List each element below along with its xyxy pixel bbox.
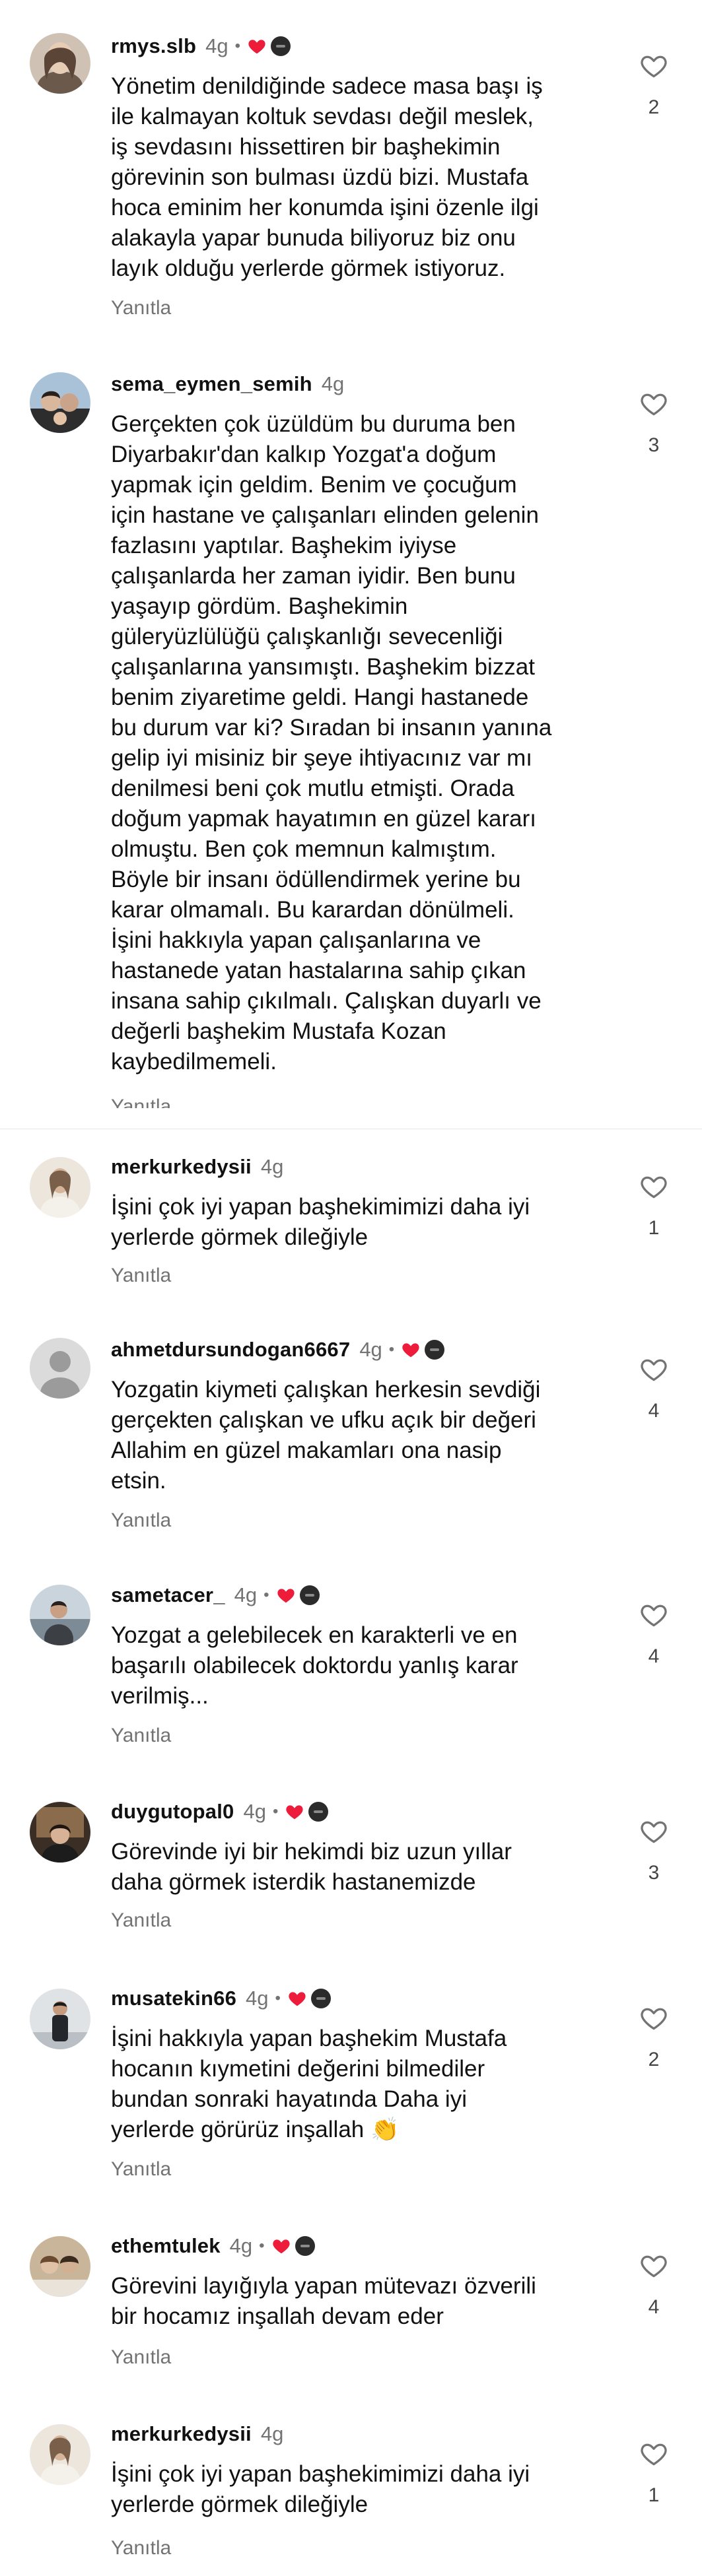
avatar[interactable] <box>30 1989 90 2049</box>
heart-outline-icon[interactable] <box>639 2004 668 2033</box>
avatar[interactable] <box>30 1157 90 1218</box>
reply-button[interactable]: Yanıtla <box>111 1725 171 1747</box>
avatar[interactable] <box>30 2424 90 2485</box>
like-count: 2 <box>648 2049 660 2070</box>
heart-outline-icon[interactable] <box>639 389 668 418</box>
like-control: 4 <box>634 1601 674 1668</box>
creator-badge-icon <box>310 1989 331 2008</box>
like-count: 3 <box>648 1862 660 1884</box>
comment-header: ethemtulek 4g • <box>111 2233 315 2259</box>
comment-text: Yozgat a gelebilecek en karakterli ve en… <box>111 1622 518 1709</box>
username[interactable]: duygutopal0 <box>111 1800 234 1824</box>
timestamp: 4g <box>321 372 345 395</box>
like-count: 4 <box>648 2296 660 2318</box>
avatar[interactable] <box>30 1585 90 1645</box>
red-heart-icon <box>247 36 267 56</box>
heart-outline-icon[interactable] <box>639 2251 668 2280</box>
reply-button[interactable]: Yanıtla <box>111 1909 171 1932</box>
comment-text: İşini hakkıyla yapan başhekim Mustafa ho… <box>111 2026 507 2142</box>
avatar[interactable] <box>30 2236 90 2297</box>
comment-text: İşini çok iyi yapan başhekimimizi daha i… <box>111 2461 530 2517</box>
avatar[interactable] <box>30 1338 90 1399</box>
timestamp: 4g <box>260 2422 284 2445</box>
comment-text: İşini çok iyi yapan başhekimimizi daha i… <box>111 1194 530 1250</box>
heart-outline-icon[interactable] <box>639 1355 668 1384</box>
comment-header: merkurkedysii 4g <box>111 1154 283 1180</box>
reply-button[interactable]: Yanıtla <box>111 1094 171 1108</box>
like-count: 2 <box>648 96 660 118</box>
like-control: 1 <box>634 2439 674 2507</box>
comment-header: sametacer_ 4g • <box>111 1582 320 1608</box>
like-control: 3 <box>634 389 674 457</box>
avatar[interactable] <box>30 1802 90 1863</box>
red-heart-icon <box>285 1802 304 1822</box>
creator-badge-icon <box>425 1340 445 1360</box>
like-count: 1 <box>648 1217 660 1239</box>
separator-dot: • <box>234 37 241 55</box>
reply-button[interactable]: Yanıtla <box>111 297 171 319</box>
creator-badge-icon <box>299 1585 320 1605</box>
comment-text: Görevini layığıyla yapan mütevazı özveri… <box>111 2273 536 2329</box>
like-control: 3 <box>634 1817 674 1884</box>
like-control: 1 <box>634 1172 674 1239</box>
creator-badge-icon <box>295 2236 315 2256</box>
separator-dot: • <box>275 1989 281 2007</box>
heart-outline-icon[interactable] <box>639 1817 668 1846</box>
username[interactable]: rmys.slb <box>111 34 196 58</box>
like-control: 4 <box>634 2251 674 2319</box>
username[interactable]: merkurkedysii <box>111 1155 252 1179</box>
timestamp: 4g <box>246 1987 269 2010</box>
comment-header: duygutopal0 4g • <box>111 1799 329 1825</box>
username[interactable]: ethemtulek <box>111 2234 221 2258</box>
red-heart-icon <box>271 2236 291 2256</box>
like-count: 4 <box>648 1645 660 1667</box>
timestamp: 4g <box>205 34 228 57</box>
comment-header: sema_eymen_semih 4g <box>111 371 344 397</box>
timestamp: 4g <box>229 2234 253 2257</box>
reply-button[interactable]: Yanıtla <box>111 1265 171 1287</box>
like-control: 2 <box>634 2004 674 2071</box>
comment-text: Yozgatin kiymeti çalışkan herkesin sevdi… <box>111 1377 541 1494</box>
like-count: 4 <box>648 1400 660 1422</box>
heart-outline-icon[interactable] <box>639 51 668 81</box>
username[interactable]: sema_eymen_semih <box>111 372 312 396</box>
red-heart-icon <box>401 1340 421 1360</box>
reply-button[interactable]: Yanıtla <box>111 1509 171 1532</box>
comment-text: Görevinde iyi bir hekimdi biz uzun yılla… <box>111 1839 512 1895</box>
heart-outline-icon[interactable] <box>639 1172 668 1201</box>
like-control: 4 <box>634 1355 674 1422</box>
comment-header: musatekin66 4g • <box>111 1985 331 2012</box>
like-control: 2 <box>634 51 674 119</box>
creator-badge-icon <box>271 36 291 56</box>
reply-button[interactable]: Yanıtla <box>111 2346 171 2369</box>
comment-text: Gerçekten çok üzüldüm bu duruma ben Diya… <box>111 411 552 1074</box>
separator-dot: • <box>259 2237 265 2255</box>
comment-header: merkurkedysii 4g <box>111 2421 283 2447</box>
separator-dot: • <box>388 1340 395 1358</box>
reply-button[interactable]: Yanıtla <box>111 2158 171 2181</box>
like-count: 1 <box>648 2484 660 2506</box>
heart-outline-icon[interactable] <box>639 1601 668 1630</box>
username[interactable]: sametacer_ <box>111 1583 225 1607</box>
avatar[interactable] <box>30 372 90 433</box>
comment-header: rmys.slb 4g • <box>111 33 291 59</box>
like-count: 3 <box>648 434 660 456</box>
creator-badge-icon <box>308 1802 329 1822</box>
timestamp: 4g <box>234 1583 258 1606</box>
comment-header: ahmetdursundogan6667 4g • <box>111 1337 445 1363</box>
heart-outline-icon[interactable] <box>639 2439 668 2468</box>
username[interactable]: musatekin66 <box>111 1987 236 2010</box>
username[interactable]: merkurkedysii <box>111 2422 252 2446</box>
username[interactable]: ahmetdursundogan6667 <box>111 1338 350 1362</box>
separator-dot: • <box>263 1586 269 1604</box>
timestamp: 4g <box>359 1338 382 1361</box>
red-heart-icon <box>276 1585 296 1605</box>
timestamp: 4g <box>260 1155 284 1178</box>
timestamp: 4g <box>243 1800 266 1823</box>
avatar[interactable] <box>30 33 90 94</box>
comment-text: Yönetim denildiğinde sadece masa başı iş… <box>111 73 543 281</box>
separator-dot: • <box>272 1802 279 1820</box>
red-heart-icon <box>287 1989 307 2008</box>
reply-button[interactable]: Yanıtla <box>111 2537 171 2559</box>
